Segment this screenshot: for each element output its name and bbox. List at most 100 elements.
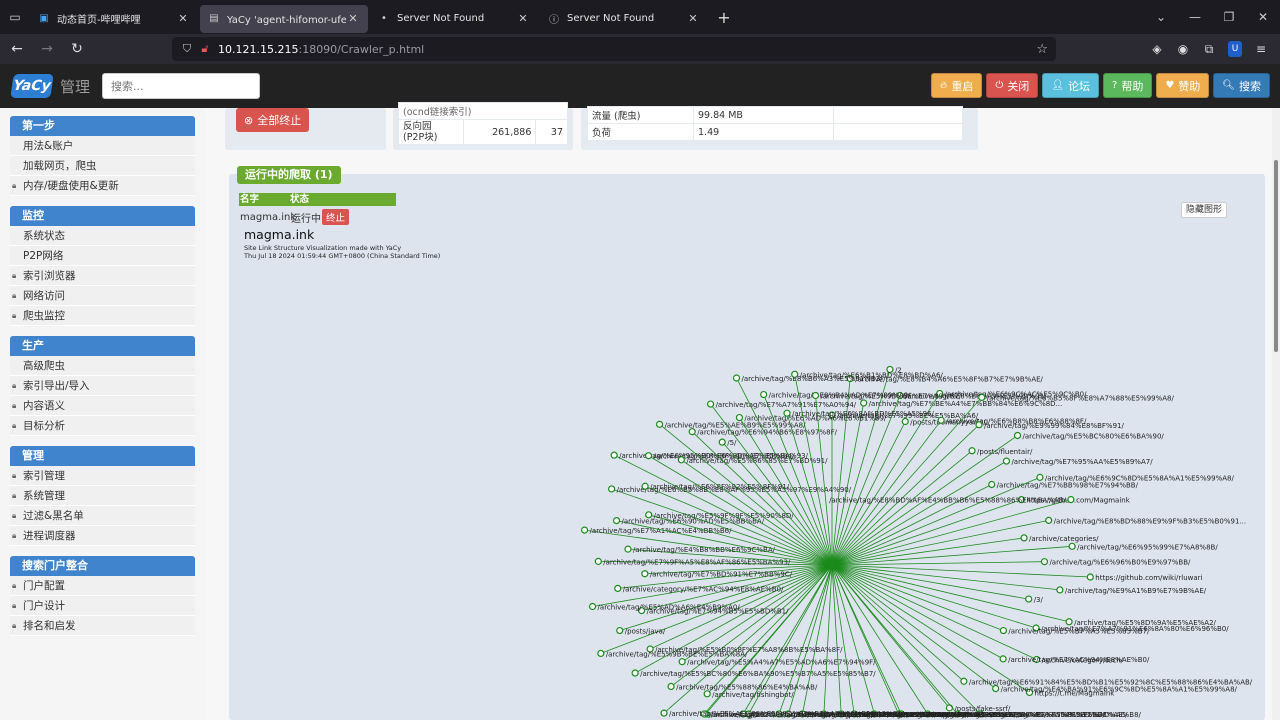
graph-node-dot[interactable] [732, 374, 741, 382]
graph-node-dot[interactable] [580, 526, 589, 534]
graph-node-dot[interactable] [760, 390, 768, 399]
sidebar-item[interactable]: 系统状态 [10, 226, 195, 246]
graph-node-dot[interactable] [988, 480, 996, 489]
yacy-logo[interactable]: YaCy [10, 74, 54, 98]
new-tab-button[interactable]: + [710, 8, 738, 27]
sidebar-item[interactable]: 🔒︎ 索引导出/导入 [10, 376, 195, 396]
graph-node-dot[interactable] [975, 421, 983, 429]
graph-node-dot[interactable] [999, 655, 1007, 663]
sidebar-item[interactable]: 🔒︎ 内存/硬盘使用&更新 [10, 176, 195, 196]
sidebar-item[interactable]: 🔒︎ 内容语义 [10, 396, 195, 416]
forward-button[interactable]: → [34, 36, 60, 62]
graph-node-dot[interactable] [735, 413, 744, 422]
graph-node-dot[interactable] [645, 511, 653, 519]
graph-node-dot[interactable] [1025, 595, 1033, 603]
graph-node-dot[interactable] [655, 420, 664, 428]
tab-close-icon[interactable]: ✕ [176, 12, 190, 25]
graph-node-dot[interactable] [688, 428, 696, 436]
sidebar-item[interactable]: 用法&账户 [10, 136, 195, 156]
graph-root-node[interactable] [828, 561, 836, 569]
graph-node[interactable]: /archive/tag/minecraft/ [784, 564, 874, 719]
tab-close-icon[interactable]: ✕ [346, 12, 360, 25]
sidebar-item[interactable]: 🔒︎ 爬虫监控 [10, 306, 195, 326]
graph-node-dot[interactable] [960, 677, 968, 685]
extensions-icon[interactable]: ⧉ [1196, 36, 1222, 62]
graph-node-dot[interactable] [1067, 496, 1075, 504]
graph-node-dot[interactable] [937, 416, 945, 424]
header-button-2[interactable]: 👤︎ 论坛 [1042, 73, 1100, 98]
graph-node[interactable]: /archive/tag/%E8%BD%AF%E4%BB%B6%E5%88%86… [829, 496, 1075, 566]
graph-node[interactable]: /posts/%E7%94%9F%E6%B4%BB/ [831, 564, 967, 719]
browser-tab-0[interactable]: ▣ 动态首页-哔哩哔哩 ✕ [30, 5, 198, 33]
sidebar-item[interactable]: 🔒︎ 索引浏览器 [10, 266, 195, 286]
browser-tab-3[interactable]: ⓘ Server Not Found ✕ [540, 5, 708, 33]
graph-node-dot[interactable] [703, 690, 711, 698]
header-button-3[interactable]: ? 帮助 [1103, 73, 1153, 98]
graph-node-dot[interactable] [1086, 573, 1094, 581]
header-button-5[interactable]: 🔍︎ 搜索 [1213, 73, 1270, 98]
graph-node-dot[interactable] [999, 626, 1008, 635]
graph-node-dot[interactable] [631, 669, 639, 677]
back-button[interactable]: ← [4, 36, 30, 62]
graph-node-dot[interactable] [624, 545, 632, 553]
shield-icon[interactable]: ⛉ [178, 42, 196, 56]
graph-node-dot[interactable] [945, 704, 954, 712]
menu-icon[interactable]: ≡ [1248, 36, 1274, 62]
tab-close-icon[interactable]: ✕ [686, 12, 700, 25]
graph-node-dot[interactable] [992, 684, 1000, 693]
graph-node[interactable]: https://github.com/wiki/rluwari [831, 564, 1203, 582]
graph-node-dot[interactable] [901, 417, 909, 426]
tab-close-icon[interactable]: ✕ [516, 12, 530, 25]
graph-node-dot[interactable] [1065, 618, 1073, 626]
graph-node-dot[interactable] [860, 399, 868, 407]
graph-node-dot[interactable] [677, 456, 685, 464]
reload-button[interactable]: ↻ [64, 36, 90, 62]
stop-crawl-button[interactable]: 终止 [322, 209, 350, 225]
sidebar-item[interactable]: 🔒︎ 目标分析 [10, 416, 195, 436]
pocket-icon[interactable]: ◈ [1144, 36, 1170, 62]
sidebar-item[interactable]: 🔒︎ 门户设计 [10, 596, 195, 616]
graph-node-dot[interactable] [610, 451, 618, 459]
sidebar-item[interactable]: 🔒︎ 过滤&黑名单 [10, 506, 195, 526]
graph-node-dot[interactable] [1036, 473, 1044, 481]
sidebar-item[interactable]: 加载网页，爬虫 [10, 156, 195, 176]
graph-node[interactable]: https://github.com/Magmaink [831, 496, 1131, 566]
ublock-icon[interactable]: U [1228, 41, 1242, 57]
graph-node-dot[interactable] [594, 557, 602, 565]
crawl-name[interactable]: magma.ink [240, 212, 296, 223]
hide-graph-button[interactable]: 隐藏图形 [1180, 202, 1227, 218]
browser-tab-1[interactable]: ▤ YaCy 'agent-hifomor-ufe-37': 高...✕ [200, 4, 368, 33]
graph-node-dot[interactable] [783, 409, 791, 417]
close-window-button[interactable]: ✕ [1246, 0, 1280, 34]
account-icon[interactable]: ◉ [1170, 36, 1196, 62]
graph-node-dot[interactable] [608, 485, 616, 493]
graph-node-dot[interactable] [1056, 586, 1064, 594]
graph-node-dot[interactable] [718, 438, 726, 446]
graph-node-dot[interactable] [678, 658, 686, 666]
sidebar-item[interactable]: 🔒︎ 门户配置 [10, 576, 195, 596]
graph-node-dot[interactable] [641, 570, 649, 578]
tab-list-icon[interactable]: ▭ [0, 0, 30, 34]
header-button-1[interactable]: ⏻ 关闭 [986, 73, 1039, 98]
graph-node-dot[interactable] [1045, 516, 1053, 524]
page-scrollbar[interactable] [1272, 108, 1280, 720]
tab-overflow-icon[interactable]: ⌄ [1144, 0, 1178, 34]
graph-node-dot[interactable] [660, 709, 668, 717]
sidebar-item[interactable]: 🔒︎ 排名和启发 [10, 616, 195, 636]
graph-node-dot[interactable] [1040, 558, 1049, 566]
graph-node[interactable]: /archive/tag/%E6%94%B6%E8%97%8F/ [688, 428, 838, 566]
graph-node-dot[interactable] [667, 682, 675, 691]
graph-node-dot[interactable] [1020, 534, 1028, 542]
graph-node-dot[interactable] [588, 602, 597, 611]
graph-node-dot[interactable] [612, 516, 621, 525]
sidebar-item[interactable]: 🔒︎ 进程调度器 [10, 526, 195, 546]
graph-node[interactable]: /archive/category/tech/ [831, 564, 1124, 665]
graph-node-dot[interactable] [614, 584, 622, 593]
graph-node-dot[interactable] [1013, 431, 1022, 440]
scrollbar-thumb[interactable] [1274, 160, 1278, 352]
sidebar-item[interactable]: 🔒︎ 索引管理 [10, 466, 195, 486]
sidebar-item[interactable]: 🔒︎ 系统管理 [10, 486, 195, 506]
graph-node-dot[interactable] [644, 452, 653, 460]
header-button-4[interactable]: ♥ 赞助 [1156, 73, 1210, 98]
graph-node-dot[interactable] [811, 391, 820, 400]
